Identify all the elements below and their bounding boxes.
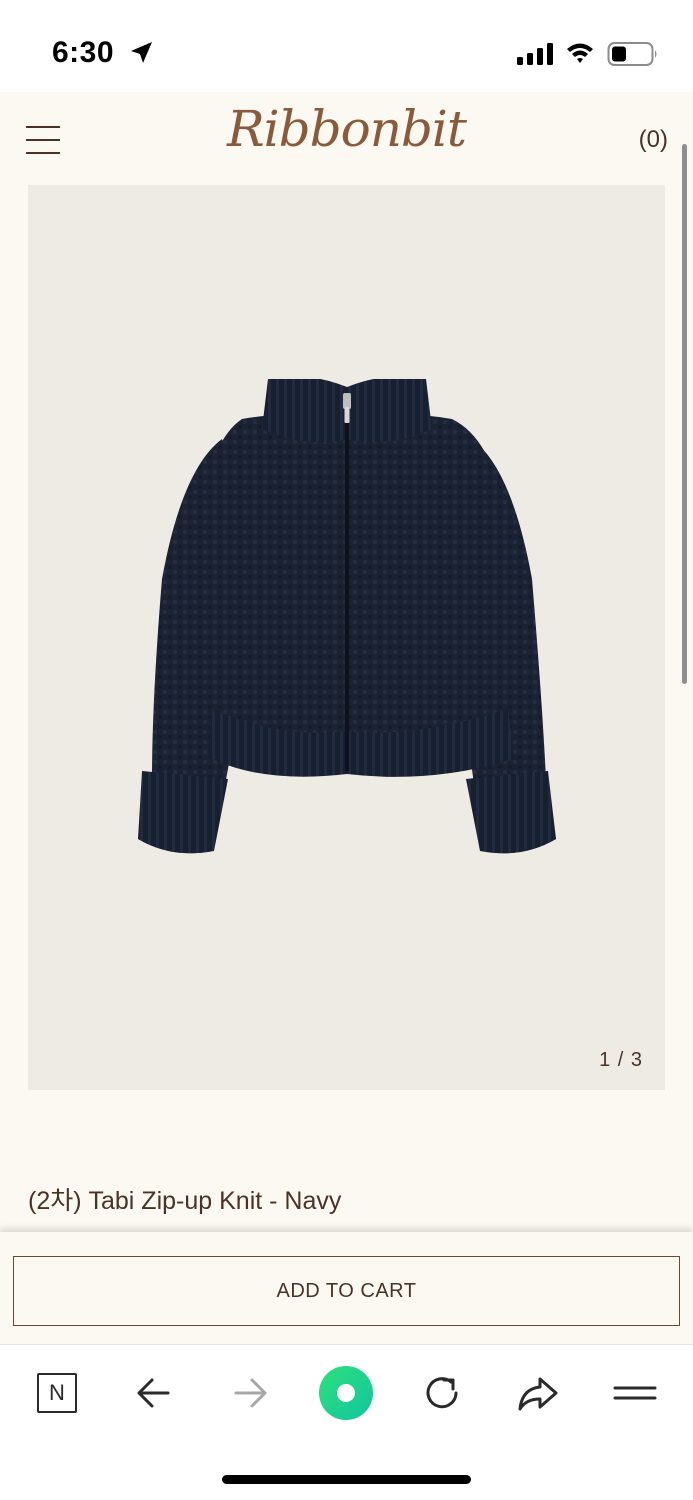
status-time: 6:30 — [52, 36, 115, 69]
share-icon[interactable] — [514, 1369, 562, 1417]
product-image[interactable]: 1 / 3 — [28, 185, 665, 1090]
signal-icon — [517, 43, 553, 65]
web-page: Ribbonbit (0) 1 / 3 (2차) Tabi Zip-up Kni… — [0, 92, 693, 1344]
location-arrow-icon — [131, 42, 152, 63]
naver-home-icon[interactable]: N — [33, 1369, 81, 1417]
back-arrow-icon[interactable] — [130, 1369, 178, 1417]
more-menu-icon[interactable] — [611, 1369, 659, 1417]
naver-home-letter: N — [37, 1373, 77, 1413]
status-bar: 6:30 — [0, 0, 693, 92]
add-to-cart-button[interactable]: ADD TO CART — [13, 1256, 680, 1326]
sweater-image — [138, 379, 556, 854]
battery-icon — [607, 42, 657, 66]
cart-count[interactable]: (0) — [639, 126, 668, 154]
wifi-icon — [567, 43, 593, 63]
green-circle-icon[interactable] — [318, 1365, 374, 1421]
image-counter: 1 / 3 — [599, 1049, 643, 1071]
browser-toolbar: N — [0, 1344, 693, 1500]
cart-bar: ADD TO CART — [0, 1232, 693, 1344]
reload-icon[interactable] — [418, 1369, 466, 1417]
home-indicator — [222, 1475, 471, 1484]
scroll-indicator[interactable] — [682, 144, 687, 684]
site-header: Ribbonbit (0) — [0, 92, 693, 184]
forward-arrow-icon[interactable] — [226, 1369, 274, 1417]
product-title: (2차) Tabi Zip-up Knit - Navy — [28, 1187, 342, 1215]
brand-logo[interactable]: Ribbonbit — [0, 100, 693, 158]
